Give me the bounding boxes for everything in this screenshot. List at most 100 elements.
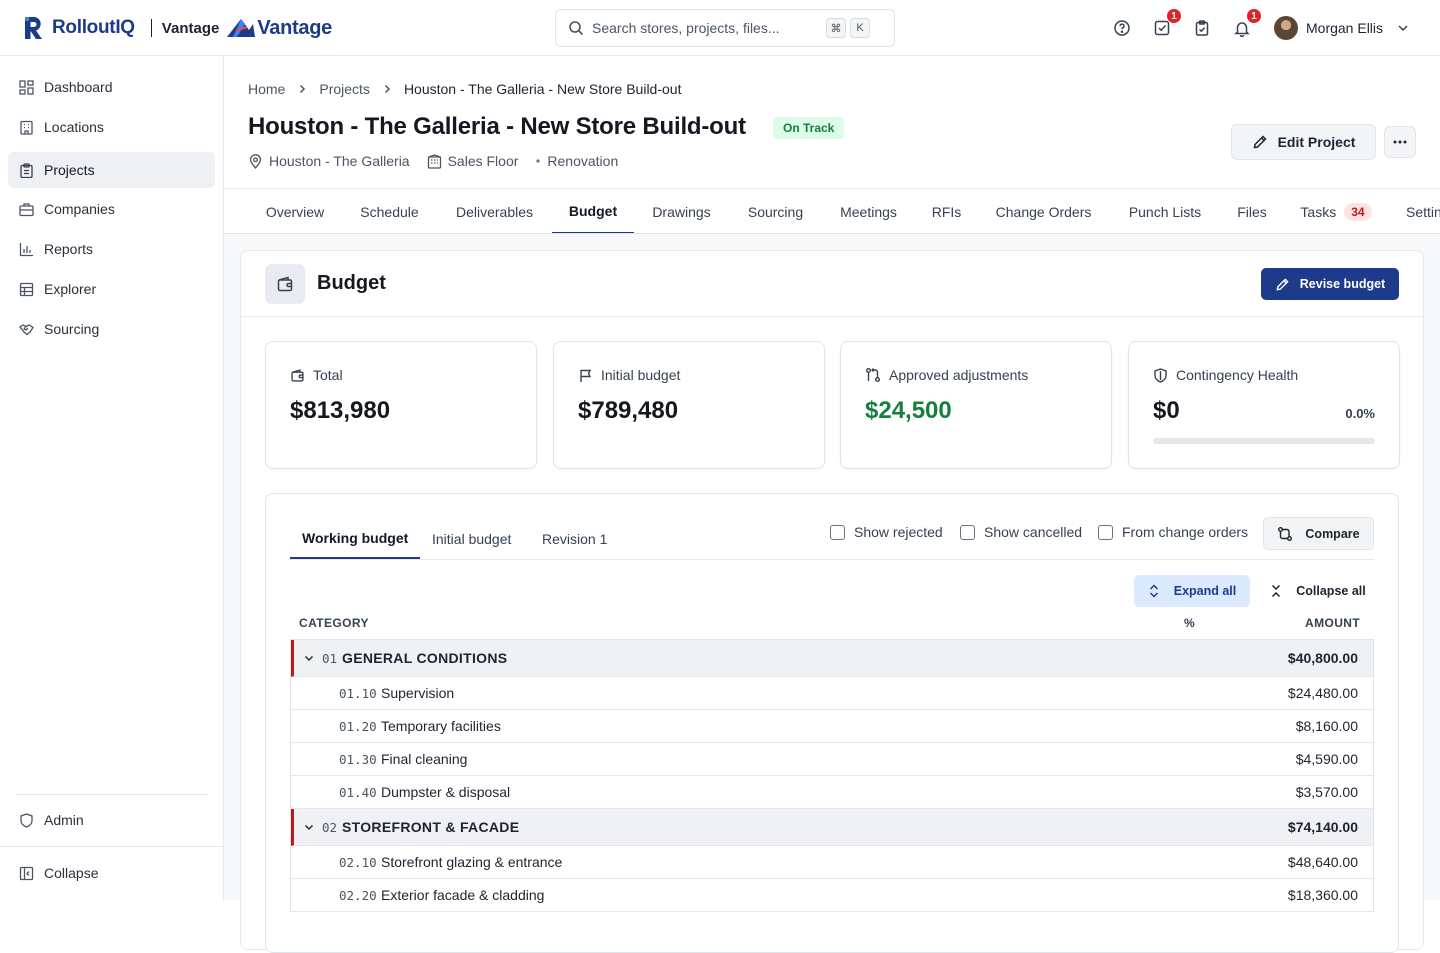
budget-line-row[interactable]: 01.40 Dumpster & disposal $3,570.00 [291, 776, 1373, 809]
breadcrumb-home[interactable]: Home [248, 81, 285, 97]
flag-icon [580, 369, 592, 382]
row-amount: $48,640.00 [1287, 854, 1358, 870]
search-input[interactable] [592, 20, 822, 36]
from-change-orders-checkbox[interactable]: From change orders [1098, 524, 1248, 540]
sidebar-item-companies[interactable]: Companies [8, 191, 215, 227]
collapse-all-button[interactable]: Collapse all [1262, 575, 1374, 607]
row-label: Storefront glazing & entrance [381, 854, 563, 870]
subtab-label: Working budget [302, 529, 409, 546]
stat-value: $813,980 [290, 397, 391, 424]
budget-line-row[interactable]: 02.20 Exterior facade & cladding $18,360.0… [291, 879, 1373, 912]
logo[interactable]: RolloutIQ Vantage Vantage [22, 13, 332, 43]
sidebar-item-projects[interactable]: Projects [8, 152, 215, 188]
vantage-logo-icon [227, 19, 256, 37]
expand-all-button[interactable]: Expand all [1134, 575, 1250, 607]
checkbox-label: Show cancelled [984, 524, 1083, 540]
project-area: Sales Floor [427, 153, 519, 169]
dot-icon [536, 159, 541, 163]
tab-schedule[interactable]: Schedule [342, 189, 437, 233]
sidebar-item-sourcing[interactable]: Sourcing [8, 311, 215, 347]
tab-drawings[interactable]: Drawings [634, 189, 729, 233]
subtab-working-budget[interactable]: Working budget [290, 518, 421, 559]
shortcut-key-cmd: ⌘ [826, 18, 846, 38]
checkbox[interactable] [830, 524, 845, 540]
sidebar-item-explorer[interactable]: Explorer [8, 271, 215, 307]
tab-punch-lists[interactable]: Punch Lists [1109, 189, 1221, 233]
pencil-icon [1276, 277, 1289, 291]
subtab-initial-budget[interactable]: Initial budget [420, 518, 523, 559]
partner-logo-text: Vantage [257, 16, 332, 39]
stat-value: $24,500 [865, 397, 952, 424]
edit-project-button[interactable]: Edit Project [1231, 124, 1376, 160]
row-amount: $40,800.00 [1287, 650, 1358, 666]
tab-meetings[interactable]: Meetings [822, 189, 915, 233]
stat-label: Total [313, 367, 343, 383]
tab-label: RFIs [931, 203, 962, 220]
tab-overview[interactable]: Overview [248, 189, 342, 233]
budget-group-row[interactable]: 01 GENERAL CONDITIONS $40,800.00 [291, 640, 1373, 677]
inbox-button[interactable]: 1 [1152, 8, 1182, 38]
budget-line-row[interactable]: 01.30 Final cleaning $4,590.00 [291, 743, 1373, 776]
row-label: Exterior facade & cladding [381, 887, 545, 903]
tab-settings[interactable]: Settings [1406, 189, 1440, 233]
wallet-icon [291, 368, 304, 382]
tab-deliverables[interactable]: Deliverables [437, 189, 552, 233]
more-options-button[interactable] [1384, 126, 1416, 158]
shield-icon [18, 812, 34, 828]
budget-group-row[interactable]: 02 STOREFRONT & FACADE $74,140.00 [291, 809, 1373, 846]
user-menu[interactable]: Morgan Ellis [1274, 15, 1409, 41]
subtab-revision-1[interactable]: Revision 1 [530, 518, 619, 559]
project-location-text: Houston - The Galleria [269, 153, 410, 169]
row-code: 01.20 [339, 718, 377, 734]
chevron-down-icon[interactable] [303, 821, 315, 833]
help-button[interactable] [1112, 18, 1132, 38]
tab-change-orders[interactable]: Change Orders [978, 189, 1109, 233]
budget-line-row[interactable]: 01.10 Supervision $24,480.00 [291, 677, 1373, 710]
search-bar[interactable]: ⌘ K [555, 9, 895, 47]
sidebar-item-reports[interactable]: Reports [8, 231, 215, 267]
sidebar-collapse-button[interactable]: Collapse [8, 855, 215, 891]
sidebar-item-label: Reports [44, 241, 94, 257]
budget-card: Budget Revise budget Total $813,980 Init… [240, 250, 1424, 953]
compare-label: Compare [1305, 526, 1360, 541]
tab-sourcing[interactable]: Sourcing [729, 189, 822, 233]
project-area-text: Sales Floor [447, 153, 519, 169]
chevrons-down-up-icon [1272, 584, 1281, 598]
breadcrumb-projects[interactable]: Projects [319, 81, 370, 97]
tab-files[interactable]: Files [1221, 189, 1283, 233]
building-icon [427, 153, 441, 169]
status-badge: On Track [773, 117, 845, 139]
compare-button[interactable]: Compare [1263, 517, 1374, 550]
wallet-icon-box [265, 264, 305, 304]
tab-label: Drawings [652, 203, 711, 220]
tab-label: Files [1237, 203, 1267, 220]
git-compare-icon [866, 368, 880, 382]
shortcut-key-k: K [850, 18, 870, 38]
show-rejected-checkbox[interactable]: Show rejected [830, 524, 943, 540]
column-header-category: CATEGORY [299, 616, 369, 630]
chevron-down-icon[interactable] [303, 652, 315, 664]
tasks-button[interactable] [1192, 18, 1212, 38]
budget-line-row[interactable]: 02.10 Storefront glazing & entrance $48,64… [291, 846, 1373, 879]
clipboard-icon [18, 162, 34, 178]
sidebar-item-admin[interactable]: Admin [8, 802, 215, 838]
checkbox[interactable] [1098, 524, 1113, 540]
tab-tasks[interactable]: Tasks 34 [1283, 189, 1389, 233]
checkbox[interactable] [960, 524, 975, 540]
notifications-button[interactable]: 1 [1232, 8, 1262, 38]
sidebar-item-locations[interactable]: Locations [8, 109, 215, 145]
revise-budget-button[interactable]: Revise budget [1261, 268, 1399, 300]
tab-label: Punch Lists [1128, 203, 1202, 220]
tab-rfis[interactable]: RFIs [915, 189, 978, 233]
budget-header: Budget Revise budget [241, 251, 1423, 317]
row-amount: $18,360.00 [1287, 887, 1358, 903]
more-horizontal-icon [1393, 140, 1407, 144]
row-amount: $4,590.00 [1295, 751, 1358, 767]
tab-budget[interactable]: Budget [552, 189, 634, 233]
sidebar-item-dashboard[interactable]: Dashboard [8, 69, 215, 105]
show-cancelled-checkbox[interactable]: Show cancelled [960, 524, 1082, 540]
search-icon [569, 21, 584, 36]
briefcase-icon [18, 201, 34, 217]
map-pin-icon [249, 153, 262, 169]
budget-line-row[interactable]: 01.20 Temporary facilities $8,160.00 [291, 710, 1373, 743]
